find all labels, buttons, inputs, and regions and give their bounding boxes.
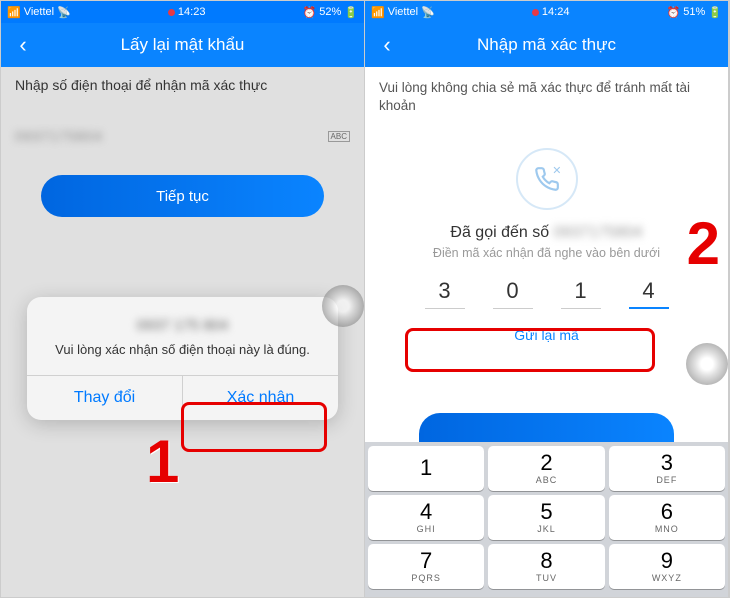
signal-icon: 📶 <box>371 6 385 19</box>
step-number: 1 <box>146 427 179 496</box>
battery-pct: 51% <box>683 6 705 18</box>
assistive-touch-icon[interactable] <box>322 285 364 327</box>
alert-message: Vui lòng xác nhận số điện thoại này là đ… <box>45 342 320 359</box>
key-4[interactable]: 4GHI <box>368 495 484 540</box>
change-button[interactable]: Thay đổi <box>27 376 183 420</box>
code-digit-2[interactable]: 0 <box>493 278 533 309</box>
signal-icon: 📶 <box>7 6 21 19</box>
battery-pct: 52% <box>319 6 341 18</box>
key-5[interactable]: 5JKL <box>488 495 604 540</box>
called-to-text: Đã gọi đến số 0937175804 <box>365 224 728 242</box>
screen-password-recovery: 📶Viettel📡 14:23 ⏰52%🔋 ‹ Lấy lại mật khẩu… <box>1 1 365 597</box>
key-8[interactable]: 8TUV <box>488 544 604 589</box>
clock: 14:24 <box>542 6 570 18</box>
battery-icon: 🔋 <box>344 6 358 19</box>
phone-call-icon: ✕ <box>516 148 578 210</box>
code-digit-3[interactable]: 1 <box>561 278 601 309</box>
clock: 14:23 <box>178 6 206 18</box>
content: Nhập số điện thoại để nhận mã xác thực 0… <box>1 67 364 597</box>
key-7[interactable]: 7PQRS <box>368 544 484 589</box>
key-6[interactable]: 6MNO <box>609 495 725 540</box>
record-dot-icon <box>168 9 175 16</box>
key-3[interactable]: 3DEF <box>609 446 725 491</box>
key-9[interactable]: 9WXYZ <box>609 544 725 589</box>
instruction-text: Vui lòng không chia sẻ mã xác thực để tr… <box>365 67 728 126</box>
code-digit-1[interactable]: 3 <box>425 278 465 309</box>
wifi-icon: 📡 <box>421 6 435 19</box>
alert-phone-blurred: 0937 175 804 <box>45 317 320 334</box>
alarm-icon: ⏰ <box>303 6 317 19</box>
screen-verification-code: 📶Viettel📡 14:24 ⏰51%🔋 ‹ Nhập mã xác thực… <box>365 1 729 597</box>
nav-bar: ‹ Nhập mã xác thực <box>365 23 728 67</box>
code-input-row[interactable]: 3 0 1 4 <box>405 278 688 309</box>
page-title: Nhập mã xác thực <box>365 35 728 55</box>
x-icon: ✕ <box>552 164 561 177</box>
status-bar: 📶Viettel📡 14:23 ⏰52%🔋 <box>1 1 364 23</box>
carrier: Viettel <box>24 6 54 18</box>
confirm-alert: 0937 175 804 Vui lòng xác nhận số điện t… <box>27 297 338 420</box>
sub-instruction: Điền mã xác nhận đã nghe vào bên dưới <box>365 246 728 260</box>
key-2[interactable]: 2ABC <box>488 446 604 491</box>
alarm-icon: ⏰ <box>667 6 681 19</box>
step-number: 2 <box>687 209 720 278</box>
record-dot-icon <box>532 9 539 16</box>
back-button[interactable]: ‹ <box>365 23 409 67</box>
page-title: Lấy lại mật khẩu <box>1 35 364 55</box>
resend-link[interactable]: Gửi lại mã <box>365 327 728 343</box>
confirm-button[interactable]: Xác nhận <box>183 376 338 420</box>
status-bar: 📶Viettel📡 14:24 ⏰51%🔋 <box>365 1 728 23</box>
carrier: Viettel <box>388 6 418 18</box>
content: Vui lòng không chia sẻ mã xác thực để tr… <box>365 67 728 597</box>
back-button[interactable]: ‹ <box>1 23 45 67</box>
numeric-keypad: 1 2ABC 3DEF 4GHI 5JKL 6MNO 7PQRS 8TUV 9W… <box>365 442 728 597</box>
nav-bar: ‹ Lấy lại mật khẩu <box>1 23 364 67</box>
code-digit-4[interactable]: 4 <box>629 278 669 309</box>
wifi-icon: 📡 <box>57 6 71 19</box>
key-1[interactable]: 1 <box>368 446 484 491</box>
battery-icon: 🔋 <box>708 6 722 19</box>
assistive-touch-icon[interactable] <box>686 343 728 385</box>
